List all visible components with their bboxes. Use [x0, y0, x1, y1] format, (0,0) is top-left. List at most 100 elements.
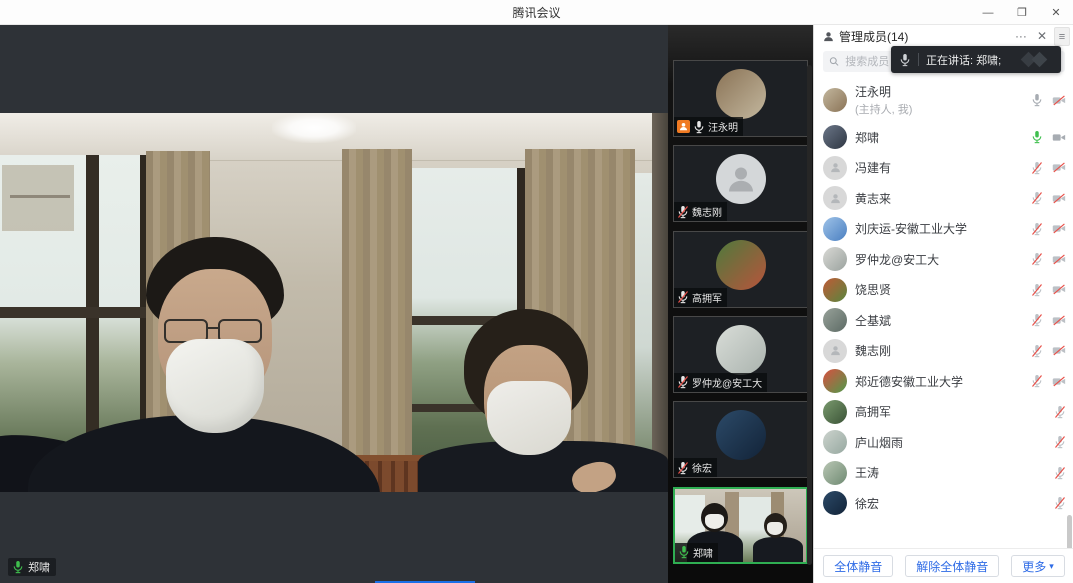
camera-status-icon	[1052, 162, 1066, 173]
room-curtain	[342, 149, 412, 492]
member-list-item[interactable]: 冯建有	[814, 153, 1073, 184]
members-icon	[823, 31, 834, 42]
member-avatar	[823, 186, 847, 210]
mic-status-icon	[1031, 93, 1043, 107]
member-list-item[interactable]: 仝基斌	[814, 305, 1073, 336]
host-badge-icon	[677, 120, 690, 133]
camera-status-icon	[1052, 95, 1066, 106]
mic-status-icon	[1031, 191, 1043, 205]
video-thumbnail[interactable]: 魏志刚	[673, 145, 808, 222]
window-title: 腾讯会议	[512, 4, 560, 21]
camera-status-icon	[1052, 223, 1066, 234]
member-list-item[interactable]: 饶思贤	[814, 275, 1073, 306]
maximize-button[interactable]: ❐	[1005, 0, 1039, 25]
member-list: 汪永明 (主持人, 我) 郑啸	[814, 78, 1073, 548]
main-video-stage[interactable]: 郑啸	[0, 25, 668, 583]
member-management-panel: 管理成员(14) ··· ✕ ≡ 正在讲话: 郑啸; 汪永明 (	[813, 25, 1073, 583]
participant-avatar	[716, 325, 766, 375]
member-list-item[interactable]: 郑啸	[814, 122, 1073, 153]
participant-avatar	[716, 154, 766, 204]
mute-all-button[interactable]: 全体静音	[823, 555, 893, 577]
member-list-item[interactable]: 高拥军	[814, 397, 1073, 428]
unmute-all-button[interactable]: 解除全体静音	[905, 555, 999, 577]
mic-status-icon	[1031, 283, 1043, 297]
member-list-item[interactable]: 魏志刚	[814, 336, 1073, 367]
participant-name: 罗仲龙@安工大	[692, 375, 762, 390]
thumbnail-name-label: 魏志刚	[674, 202, 727, 221]
mic-status-icon	[1031, 222, 1043, 236]
member-avatar	[823, 278, 847, 302]
panel-more-icon[interactable]: ···	[1010, 25, 1032, 48]
member-list-item[interactable]: 罗仲龙@安工大	[814, 244, 1073, 275]
member-avatar	[823, 400, 847, 424]
search-icon	[829, 56, 839, 67]
speaking-toast-text: 正在讲话: 郑啸;	[926, 52, 1001, 68]
thumbnail-name-label: 高拥军	[674, 288, 727, 307]
member-list-item[interactable]: 庐山烟雨	[814, 427, 1073, 458]
speaker-name-label: 郑啸	[8, 558, 56, 576]
thumbnail-name-label: 罗仲龙@安工大	[674, 373, 767, 392]
ceiling-light	[272, 113, 356, 143]
meeting-logo-watermark	[1021, 51, 1055, 69]
minimize-button[interactable]: —	[971, 0, 1005, 25]
mic-status-icon	[678, 545, 690, 559]
member-avatar	[823, 339, 847, 363]
member-list-item[interactable]: 郑近德安徽工业大学	[814, 366, 1073, 397]
participant-name: 郑啸	[693, 545, 713, 560]
speaking-toast: 正在讲话: 郑啸;	[891, 46, 1061, 73]
member-list-item[interactable]: 汪永明 (主持人, 我)	[814, 78, 1073, 122]
thumbnail-scrollbar[interactable]	[807, 65, 812, 565]
mic-status-icon	[1031, 344, 1043, 358]
member-avatar	[823, 491, 847, 515]
person-right-face-mask	[487, 381, 571, 455]
video-thumbnail[interactable]: 高拥军	[673, 231, 808, 308]
member-list-item[interactable]: 徐宏	[814, 488, 1073, 519]
camera-status-icon	[1052, 315, 1066, 326]
thumbnail-name-label: 汪永明	[674, 117, 743, 136]
tencent-meeting-window: 腾讯会议 — ❐ ✕	[0, 0, 1073, 583]
video-thumbnail[interactable]: 徐宏	[673, 401, 808, 478]
participant-thumbnail-strip: 汪永明 魏志刚 高拥军	[668, 25, 813, 583]
panel-menu-icon[interactable]: ≡	[1054, 27, 1070, 46]
mic-status-icon	[677, 375, 689, 389]
member-avatar	[823, 125, 847, 149]
panel-title: 管理成员(14)	[839, 28, 908, 45]
chevron-down-icon: ▾	[1049, 561, 1054, 572]
mic-status-icon	[1031, 130, 1043, 144]
member-avatar	[823, 461, 847, 485]
mic-status-icon	[677, 461, 689, 475]
speaker-name: 郑啸	[28, 559, 50, 575]
camera-status-icon	[1052, 193, 1066, 204]
member-role-subtitle: (主持人, 我)	[855, 101, 912, 117]
panel-close-icon[interactable]: ✕	[1032, 25, 1052, 48]
member-name: 魏志刚	[855, 342, 891, 359]
member-name: 汪永明	[855, 83, 912, 100]
participant-avatar	[716, 69, 766, 119]
more-button[interactable]: 更多▾	[1011, 555, 1065, 577]
video-thumbnail[interactable]: 汪永明	[673, 60, 808, 137]
video-thumbnail[interactable]: 郑啸	[673, 487, 808, 564]
member-name: 黄志来	[855, 190, 891, 207]
camera-status-icon	[1052, 376, 1066, 387]
member-name: 饶思贤	[855, 281, 891, 298]
mic-status-icon	[693, 120, 705, 134]
member-list-item[interactable]: 黄志来	[814, 183, 1073, 214]
panel-header: 管理成员(14) ··· ✕ ≡	[814, 25, 1073, 48]
member-name: 郑啸	[855, 129, 879, 146]
member-name: 罗仲龙@安工大	[855, 251, 939, 268]
member-list-item[interactable]: 刘庆运-安徽工业大学	[814, 214, 1073, 245]
video-thumbnail[interactable]: 罗仲龙@安工大	[673, 316, 808, 393]
member-name: 徐宏	[855, 495, 879, 512]
close-button[interactable]: ✕	[1039, 0, 1073, 25]
mic-status-icon	[1054, 435, 1066, 449]
member-name: 仝基斌	[855, 312, 891, 329]
member-name: 郑近德安徽工业大学	[855, 373, 963, 390]
participant-avatar	[716, 240, 766, 290]
camera-status-icon	[1052, 254, 1066, 265]
member-list-item[interactable]: 王涛	[814, 458, 1073, 489]
member-name: 王涛	[855, 464, 879, 481]
member-avatar	[823, 156, 847, 180]
participant-avatar	[716, 410, 766, 460]
member-avatar	[823, 369, 847, 393]
thumbnail-name-label: 徐宏	[674, 458, 717, 477]
